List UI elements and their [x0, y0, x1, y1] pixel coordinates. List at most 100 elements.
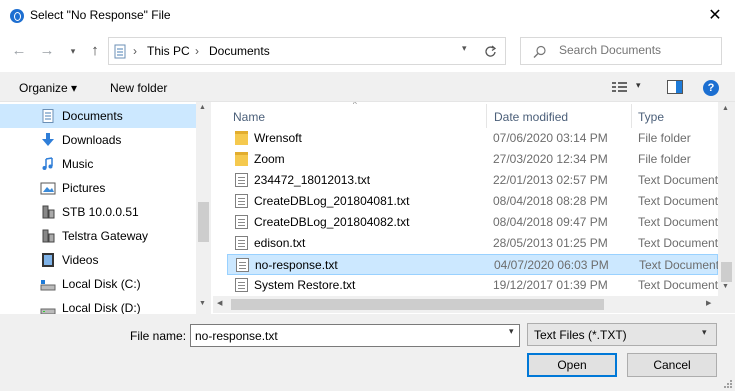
file-row[interactable]: 234472_18012013.txt 22/01/2013 02:57 PM … — [227, 170, 718, 191]
column-divider[interactable] — [486, 104, 487, 128]
file-list-vertical-scrollbar[interactable]: ▲ ▼ — [718, 102, 735, 296]
file-row[interactable]: edison.txt 28/05/2013 01:25 PM Text Docu… — [227, 233, 718, 254]
file-name-dropdown-chevron-icon[interactable]: ▾ — [509, 326, 514, 337]
file-name: CreateDBLog_201804081.txt — [254, 194, 410, 208]
new-folder-button[interactable]: New folder — [110, 81, 167, 95]
scroll-left-arrow-icon[interactable]: ◀ — [217, 299, 222, 307]
file-date: 04/07/2020 06:03 PM — [494, 258, 609, 272]
file-type: Text Document — [638, 215, 718, 229]
file-name: Wrensoft — [254, 131, 302, 145]
nav-item-documents[interactable]: Documents — [0, 104, 196, 128]
search-box[interactable] — [520, 37, 722, 65]
nav-item-label: Videos — [62, 253, 99, 267]
file-row[interactable]: System Restore.txt 19/12/2017 01:39 PM T… — [227, 275, 718, 296]
file-name: System Restore.txt — [254, 278, 356, 292]
file-type: File folder — [638, 152, 691, 166]
file-list-horizontal-scrollbar[interactable]: ◀ ▶ — [213, 296, 718, 313]
up-arrow-icon[interactable]: ↑ — [84, 40, 106, 62]
nav-item-downloads[interactable]: Downloads — [0, 128, 196, 152]
scroll-up-arrow-icon[interactable]: ▲ — [199, 104, 206, 111]
column-divider[interactable] — [631, 104, 632, 128]
nav-item-label: Music — [62, 157, 94, 171]
sort-ascending-icon: ^ — [353, 102, 357, 109]
back-arrow-icon[interactable]: ← — [8, 40, 30, 62]
nav-item-music[interactable]: Music — [0, 152, 196, 176]
scroll-up-arrow-icon[interactable]: ▲ — [722, 105, 729, 112]
file-name: CreateDBLog_201804082.txt — [254, 215, 410, 229]
pictures-icon — [40, 182, 56, 195]
file-name-input[interactable] — [190, 324, 520, 347]
file-name: Zoom — [254, 152, 285, 166]
file-type: Text Document — [638, 236, 718, 250]
network-device-icon — [42, 205, 55, 219]
scroll-right-arrow-icon[interactable]: ▶ — [706, 299, 711, 307]
help-icon[interactable]: ? — [703, 80, 719, 96]
breadcrumb-separator: › — [133, 44, 137, 58]
nav-item-telstra-gateway[interactable]: Telstra Gateway — [0, 224, 196, 248]
nav-item-local-disk-d[interactable]: Local Disk (D:) — [0, 296, 196, 314]
folder-icon — [235, 152, 248, 166]
search-icon — [533, 45, 546, 58]
breadcrumb-separator: › — [195, 44, 199, 58]
navigation-scrollbar[interactable]: ▲ ▼ — [196, 102, 211, 314]
window-title: Select "No Response" File — [30, 8, 171, 22]
drive-icon — [40, 280, 56, 291]
cancel-button[interactable]: Cancel — [627, 353, 717, 377]
app-icon — [10, 9, 24, 23]
breadcrumb-this-pc[interactable]: This PC — [147, 44, 190, 58]
file-row-selected[interactable]: no-response.txt 04/07/2020 06:03 PM Text… — [227, 254, 718, 275]
file-type-select[interactable]: Text Files (*.TXT) ▾ — [527, 323, 717, 346]
breadcrumb-documents[interactable]: Documents — [209, 44, 270, 58]
file-date: 08/04/2018 08:28 PM — [493, 194, 608, 208]
search-input[interactable] — [559, 43, 717, 57]
address-bar[interactable]: › This PC › Documents ▾ — [108, 37, 477, 65]
file-name-label: File name: — [130, 329, 187, 343]
file-row[interactable]: Wrensoft 07/06/2020 03:14 PM File folder — [227, 128, 718, 149]
scrollbar-thumb[interactable] — [721, 262, 732, 282]
close-button[interactable]: ✕ — [700, 3, 730, 29]
nav-item-stb[interactable]: STB 10.0.0.51 — [0, 200, 196, 224]
text-file-icon — [235, 278, 248, 292]
resize-grip-icon[interactable] — [722, 378, 734, 390]
nav-item-label: Local Disk (C:) — [62, 277, 141, 291]
refresh-icon — [485, 45, 497, 57]
file-type: Text Document — [638, 173, 718, 187]
recent-locations-chevron-icon[interactable]: ▾ — [62, 40, 84, 62]
column-header-name[interactable]: Name — [233, 110, 265, 124]
file-row[interactable]: Zoom 27/03/2020 12:34 PM File folder — [227, 149, 718, 170]
text-file-icon — [235, 215, 248, 229]
nav-item-local-disk-c[interactable]: Local Disk (C:) — [0, 272, 196, 296]
nav-item-pictures[interactable]: Pictures — [0, 176, 196, 200]
preview-pane-icon[interactable] — [667, 80, 683, 94]
column-header-date-modified[interactable]: Date modified — [494, 110, 568, 124]
scroll-down-arrow-icon[interactable]: ▼ — [722, 283, 729, 290]
open-button[interactable]: Open — [527, 353, 617, 377]
scrollbar-corner — [718, 296, 735, 313]
file-date: 07/06/2020 03:14 PM — [493, 131, 608, 145]
navigation-pane: Documents Downloads Music Pictures STB 1… — [0, 102, 196, 314]
text-file-icon — [235, 194, 248, 208]
file-list: ^ Name Date modified Type Wrensoft 07/06… — [213, 102, 718, 296]
refresh-button[interactable] — [476, 37, 506, 65]
file-row[interactable]: CreateDBLog_201804081.txt 08/04/2018 08:… — [227, 191, 718, 212]
organize-button[interactable]: Organize ▾ — [19, 81, 77, 95]
nav-item-videos[interactable]: Videos — [0, 248, 196, 272]
file-type: File folder — [638, 131, 691, 145]
file-name: edison.txt — [254, 236, 306, 250]
file-row[interactable]: CreateDBLog_201804082.txt 08/04/2018 09:… — [227, 212, 718, 233]
scrollbar-thumb[interactable] — [231, 299, 604, 310]
documents-icon — [42, 109, 54, 123]
forward-arrow-icon[interactable]: → — [36, 40, 58, 62]
file-date: 22/01/2013 02:57 PM — [493, 173, 608, 187]
file-date: 19/12/2017 01:39 PM — [493, 278, 608, 292]
view-dropdown-chevron-icon[interactable]: ▾ — [636, 80, 641, 91]
scrollbar-thumb[interactable] — [198, 202, 209, 242]
column-header-type[interactable]: Type — [638, 110, 664, 124]
address-dropdown-chevron-icon[interactable]: ▾ — [462, 43, 467, 54]
view-options-icon[interactable] — [612, 81, 628, 94]
scroll-down-arrow-icon[interactable]: ▼ — [199, 300, 206, 307]
file-type-chevron-icon: ▾ — [702, 327, 707, 337]
file-date: 27/03/2020 12:34 PM — [493, 152, 608, 166]
videos-icon — [42, 253, 54, 267]
file-name: no-response.txt — [255, 258, 338, 272]
